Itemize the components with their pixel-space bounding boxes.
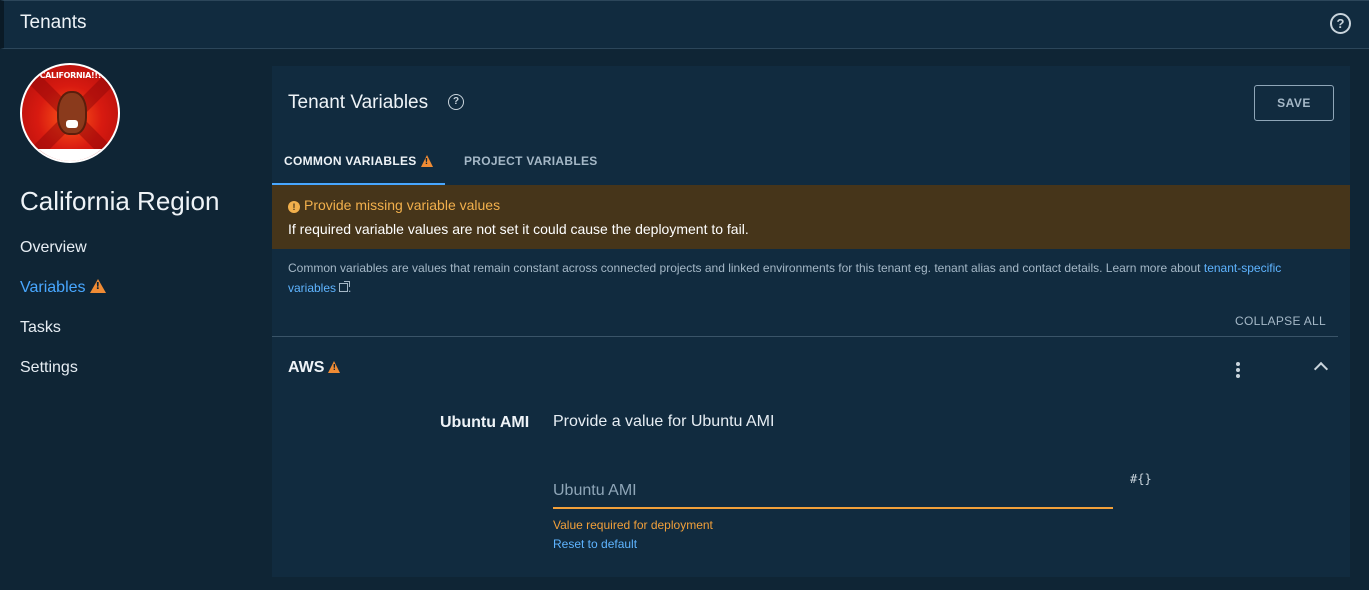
help-circle-icon[interactable]: ? <box>1330 13 1351 34</box>
external-link-icon <box>339 281 351 292</box>
group-title[interactable]: AWS <box>288 359 341 377</box>
ubuntu-ami-input[interactable] <box>553 474 1113 509</box>
sidebar: CALIFORNIA!!!! California Region Overvie… <box>0 49 260 590</box>
tab-common-variables[interactable]: COMMON VARIABLES <box>272 152 445 185</box>
description: Common variables are values that remain … <box>288 261 1282 295</box>
avatar-caption: CALIFORNIA!!!! <box>39 71 105 80</box>
missing-values-alert: ! Provide missing variable values If requ… <box>272 185 1350 249</box>
tab-project-variables[interactable]: PROJECT VARIABLES <box>452 152 610 185</box>
alert-body: If required variable values are not set … <box>288 221 749 237</box>
sidebar-item-variables[interactable]: Variables <box>20 279 106 297</box>
warning-icon <box>420 155 433 167</box>
help-circle-icon[interactable]: ? <box>448 94 464 110</box>
alert-circle-icon: ! <box>288 201 300 213</box>
reset-to-default-link[interactable]: Reset to default <box>553 537 637 551</box>
tenant-variables-panel: Tenant Variables ? SAVE COMMON VARIABLES… <box>272 66 1350 577</box>
panel-title: Tenant Variables <box>288 92 429 113</box>
sidebar-item-settings[interactable]: Settings <box>20 359 78 377</box>
validation-error: Value required for deployment <box>553 518 713 532</box>
collapse-all-button[interactable]: COLLAPSE ALL <box>1235 314 1326 328</box>
sidebar-item-tasks[interactable]: Tasks <box>20 319 61 337</box>
alert-heading: Provide missing variable values <box>304 197 501 213</box>
top-bar: Tenants ? <box>0 0 1369 49</box>
divider <box>272 336 1338 337</box>
variable-label: Ubuntu AMI <box>440 414 530 431</box>
chevron-up-icon[interactable] <box>1313 361 1329 377</box>
warning-icon <box>89 279 106 293</box>
tenant-name: California Region <box>20 186 220 216</box>
page-title: Tenants <box>20 12 87 33</box>
save-button[interactable]: SAVE <box>1254 85 1334 121</box>
warning-icon <box>328 361 341 373</box>
variable-prompt: Provide a value for Ubuntu AMI <box>553 413 775 430</box>
sidebar-item-overview[interactable]: Overview <box>20 239 87 257</box>
more-vert-icon[interactable] <box>1236 362 1240 378</box>
variable-binding-icon[interactable]: #{} <box>1130 472 1152 486</box>
avatar: CALIFORNIA!!!! <box>20 63 120 163</box>
